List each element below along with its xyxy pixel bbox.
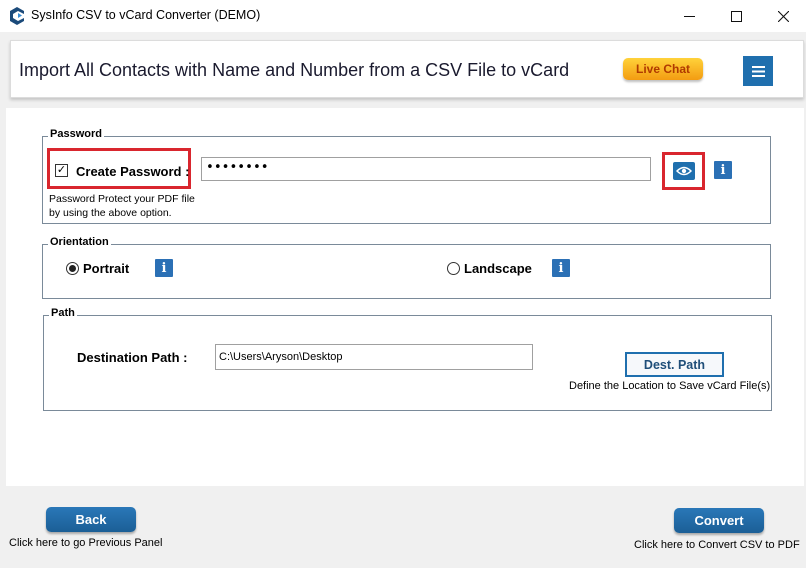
password-note-line1: Password Protect your PDF file — [49, 193, 195, 205]
menu-button[interactable] — [743, 56, 773, 86]
password-legend: Password — [48, 128, 104, 140]
checkmark-icon: ✓ — [56, 164, 67, 176]
destination-path-value: C:\Users\Aryson\Desktop — [219, 351, 343, 363]
info-glyph: i — [161, 260, 167, 276]
dest-path-label: Dest. Path — [643, 357, 706, 372]
app-logo-icon — [10, 7, 24, 25]
destination-path-input[interactable]: C:\Users\Aryson\Desktop — [215, 344, 533, 370]
password-group: Password ✓ Create Password : Password Pr… — [42, 128, 771, 224]
password-note-line2: by using the above option. — [49, 207, 172, 219]
dest-path-hint: Define the Location to Save vCard File(s… — [569, 380, 771, 392]
password-value: •••••••• — [206, 160, 269, 175]
orientation-group: Orientation Portrait i Landscape i — [42, 236, 771, 299]
back-label: Back — [75, 512, 107, 527]
maximize-icon — [730, 10, 742, 22]
convert-label: Convert — [694, 513, 744, 528]
create-password-checkbox[interactable]: ✓ — [55, 164, 68, 177]
hamburger-menu-icon — [751, 65, 765, 77]
maximize-button[interactable] — [713, 0, 759, 32]
info-glyph: i — [720, 162, 726, 178]
live-chat-label: Live Chat — [635, 62, 690, 76]
back-button[interactable]: Back — [46, 507, 136, 532]
password-note: Password Protect your PDF file by using … — [49, 192, 195, 220]
close-icon — [777, 10, 789, 22]
close-button[interactable] — [760, 0, 806, 32]
password-input[interactable]: •••••••• — [201, 157, 651, 181]
create-password-label: Create Password : — [76, 164, 190, 179]
portrait-radio[interactable] — [66, 262, 79, 275]
window-title: SysInfo CSV to vCard Converter (DEMO) — [31, 8, 261, 22]
show-password-button[interactable] — [673, 162, 695, 180]
live-chat-button[interactable]: Live Chat — [623, 58, 703, 80]
info-glyph: i — [558, 260, 564, 276]
portrait-label: Portrait — [83, 261, 130, 276]
header-panel: Import All Contacts with Name and Number… — [10, 40, 804, 98]
password-info-icon[interactable]: i — [714, 161, 732, 179]
path-legend: Path — [49, 307, 77, 319]
landscape-label: Landscape — [464, 261, 532, 276]
destination-path-label: Destination Path : — [77, 350, 188, 365]
path-group: Path Destination Path : C:\Users\Aryson\… — [43, 307, 772, 411]
page-title: Import All Contacts with Name and Number… — [19, 60, 570, 80]
convert-hint: Click here to Convert CSV to PDF — [634, 539, 800, 551]
title-bar: SysInfo CSV to vCard Converter (DEMO) — [0, 0, 806, 32]
minimize-button[interactable] — [666, 0, 712, 32]
dest-path-button[interactable]: Dest. Path — [625, 352, 724, 377]
main-panel: Password ✓ Create Password : Password Pr… — [6, 108, 804, 486]
orientation-legend: Orientation — [48, 236, 111, 248]
portrait-info-icon[interactable]: i — [155, 259, 173, 277]
landscape-radio[interactable] — [447, 262, 460, 275]
back-hint: Click here to go Previous Panel — [9, 537, 163, 549]
minimize-icon — [683, 15, 695, 17]
eye-icon — [676, 166, 692, 176]
landscape-info-icon[interactable]: i — [552, 259, 570, 277]
convert-button[interactable]: Convert — [674, 508, 764, 533]
